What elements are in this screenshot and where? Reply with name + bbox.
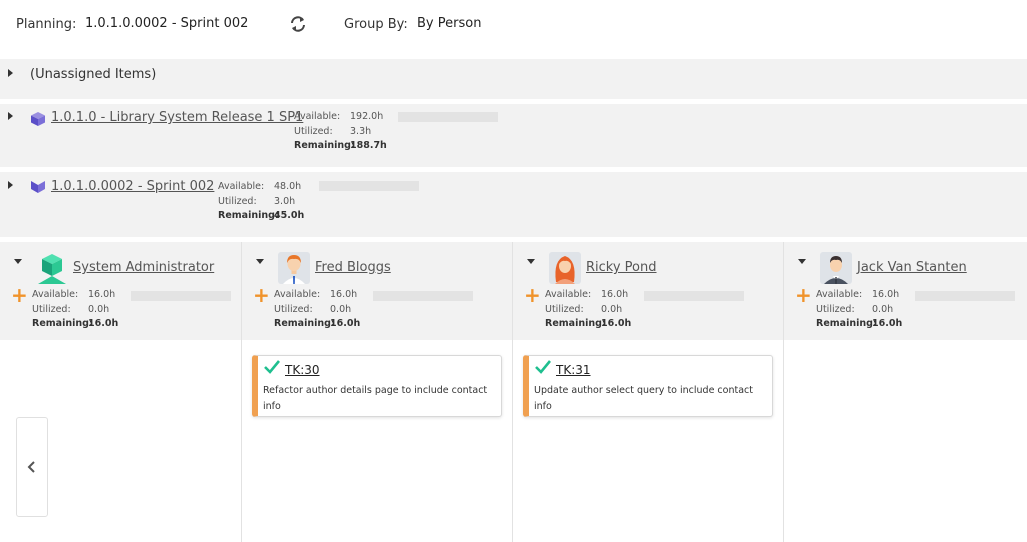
available-label: Available:	[816, 289, 863, 300]
remaining-value: 16.0h	[88, 318, 119, 329]
remaining-label: Remaining:	[32, 318, 93, 329]
available-label: Available:	[218, 181, 265, 192]
groupby-label: Group By:	[344, 17, 408, 32]
refresh-icon[interactable]	[289, 15, 307, 33]
planning-toolbar: Planning: 1.0.1.0.0002 - Sprint 002 Grou…	[0, 0, 1027, 58]
release-utilization-bar	[398, 112, 498, 122]
remaining-value: 16.0h	[330, 318, 361, 329]
person-utilization-bar	[644, 291, 744, 301]
planning-label: Planning:	[16, 17, 77, 32]
available-label: Available:	[294, 111, 341, 122]
previous-button[interactable]	[16, 417, 48, 517]
column-divider	[512, 242, 513, 542]
chevron-left-icon	[27, 461, 35, 473]
expand-caret-icon[interactable]	[8, 181, 13, 189]
utilized-label: Utilized:	[816, 303, 855, 315]
person-name-link[interactable]: Ricky Pond	[586, 260, 657, 275]
person-name-link[interactable]: System Administrator	[73, 260, 214, 275]
sprint-link[interactable]: 1.0.1.0.0002 - Sprint 002	[51, 179, 214, 194]
utilized-value: 3.0h	[274, 195, 296, 207]
release-cube-icon	[31, 112, 45, 126]
person-utilization-bar	[373, 291, 473, 301]
remaining-label: Remaining:	[274, 318, 335, 329]
expand-caret-icon[interactable]	[8, 112, 13, 120]
remaining-label: Remaining:	[545, 318, 606, 329]
collapse-caret-icon[interactable]	[256, 259, 264, 264]
check-icon	[264, 360, 280, 374]
utilized-value: 0.0h	[601, 303, 623, 315]
available-value: 192.0h	[350, 111, 384, 122]
unassigned-label: (Unassigned Items)	[30, 67, 157, 82]
utilized-value: 0.0h	[872, 303, 894, 315]
person-name-link[interactable]: Fred Bloggs	[315, 260, 391, 275]
collapse-caret-icon[interactable]	[798, 259, 806, 264]
person-column-header: Ricky Pond + Available: 16.0h Utilized: 0.…	[513, 242, 783, 340]
person-stats: Available: 16.0h Utilized: 0.0h Remaining:…	[545, 288, 631, 332]
remaining-value: 16.0h	[601, 318, 632, 329]
task-description: Refactor author details page to include …	[263, 385, 488, 412]
person-stats: Available: 16.0h Utilized: 0.0h Remaining:…	[816, 288, 902, 332]
check-icon	[535, 360, 551, 374]
remaining-label: Remaining:	[816, 318, 877, 329]
available-value: 16.0h	[330, 289, 358, 300]
admin-cube-avatar	[38, 254, 66, 284]
sprint-stats: Available: 48.0h Utilized: 3.0h Remaining:…	[218, 180, 304, 224]
remaining-value: 45.0h	[274, 210, 305, 221]
person-utilization-bar	[131, 291, 231, 301]
planning-select[interactable]: 1.0.1.0.0002 - Sprint 002	[85, 16, 248, 31]
release-stats: Available: 192.0h Utilized: 3.3h Remaining…	[294, 110, 387, 154]
person-column-header: Jack Van Stanten + Available: 16.0h Utili…	[784, 242, 1027, 340]
task-id-link[interactable]: TK:30	[285, 363, 320, 377]
man-avatar	[278, 252, 310, 284]
add-task-icon[interactable]: +	[11, 285, 28, 305]
available-value: 48.0h	[274, 181, 302, 192]
utilized-value: 0.0h	[330, 303, 352, 315]
available-label: Available:	[545, 289, 592, 300]
remaining-value: 188.7h	[350, 140, 387, 151]
column-divider	[783, 242, 784, 542]
businessman-avatar	[820, 252, 852, 284]
task-description: Update author select query to include co…	[534, 385, 753, 412]
column-divider	[241, 242, 242, 542]
add-task-icon[interactable]: +	[253, 285, 270, 305]
utilized-value: 0.0h	[88, 303, 110, 315]
available-value: 16.0h	[601, 289, 629, 300]
available-label: Available:	[274, 289, 321, 300]
woman-avatar	[549, 252, 581, 284]
collapse-caret-icon[interactable]	[527, 259, 535, 264]
collapse-caret-icon[interactable]	[14, 259, 22, 264]
expand-caret-icon[interactable]	[8, 69, 13, 77]
sprint-icon	[31, 181, 45, 193]
available-value: 16.0h	[88, 289, 116, 300]
utilized-label: Utilized:	[545, 303, 584, 315]
available-label: Available:	[32, 289, 79, 300]
task-card[interactable]: TK:30 Refactor author details page to in…	[252, 355, 502, 417]
person-stats: Available: 16.0h Utilized: 0.0h Remaining:…	[274, 288, 360, 332]
remaining-label: Remaining:	[218, 210, 279, 221]
person-column-header: Fred Bloggs + Available: 16.0h Utilized: 0…	[242, 242, 512, 340]
utilized-label: Utilized:	[32, 303, 71, 315]
available-value: 16.0h	[872, 289, 900, 300]
unassigned-row: (Unassigned Items)	[0, 59, 1027, 99]
add-task-icon[interactable]: +	[524, 285, 541, 305]
add-task-icon[interactable]: +	[795, 285, 812, 305]
utilized-label: Utilized:	[274, 303, 313, 315]
sprint-utilization-bar	[319, 181, 419, 191]
task-id-link[interactable]: TK:31	[556, 363, 591, 377]
utilized-value: 3.3h	[350, 125, 372, 137]
remaining-value: 16.0h	[872, 318, 903, 329]
task-card[interactable]: TK:31 Update author select query to incl…	[523, 355, 773, 417]
release-row: 1.0.1.0 - Library System Release 1 SP1 A…	[0, 104, 1027, 167]
utilized-label: Utilized:	[218, 195, 257, 207]
sprint-row: 1.0.1.0.0002 - Sprint 002 Available: 48.0…	[0, 172, 1027, 237]
person-stats: Available: 16.0h Utilized: 0.0h Remaining:…	[32, 288, 118, 332]
remaining-label: Remaining:	[294, 140, 355, 151]
utilized-label: Utilized:	[294, 125, 333, 137]
person-utilization-bar	[915, 291, 1015, 301]
groupby-select[interactable]: By Person	[417, 16, 481, 31]
person-column-header: System Administrator + Available: 16.0h U…	[0, 242, 241, 340]
person-name-link[interactable]: Jack Van Stanten	[857, 260, 967, 275]
release-link[interactable]: 1.0.1.0 - Library System Release 1 SP1	[51, 110, 303, 125]
